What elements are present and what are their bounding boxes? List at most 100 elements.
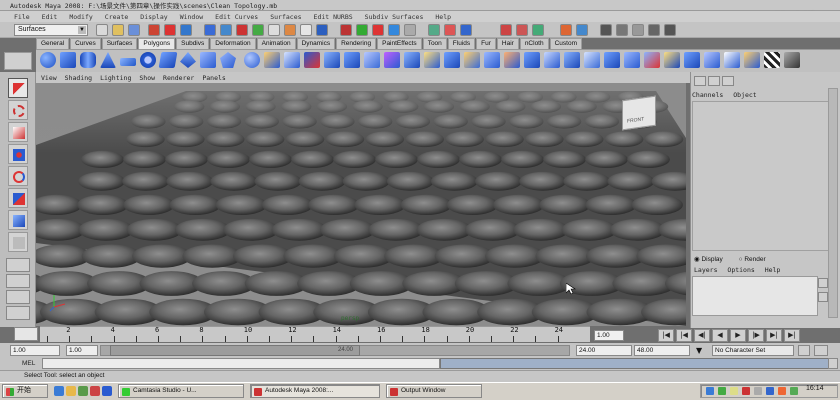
panel-menu-renderer[interactable]: Renderer	[163, 74, 194, 82]
desktop-quicklaunch-icon[interactable]	[78, 386, 88, 396]
collapse-icon[interactable]	[604, 52, 620, 68]
bevel-icon[interactable]	[564, 52, 580, 68]
character-set-field[interactable]: No Character Set	[712, 345, 794, 356]
poly-torus-icon[interactable]	[140, 52, 156, 68]
bridge-icon[interactable]	[464, 52, 480, 68]
channel-list[interactable]	[692, 101, 830, 251]
mask-curves-icon[interactable]	[236, 24, 248, 36]
layout-single-pane-icon[interactable]	[6, 258, 30, 272]
tab-fur[interactable]: Fur	[476, 38, 496, 49]
volume-tray-icon[interactable]	[754, 387, 762, 395]
mask-handles-icon[interactable]	[204, 24, 216, 36]
menu-help[interactable]: Help	[435, 13, 451, 21]
menu-edit[interactable]: Edit	[42, 13, 58, 21]
render-frame-icon[interactable]	[500, 24, 512, 36]
go-to-start-button[interactable]: |◀	[658, 329, 674, 342]
poly-pipe-icon[interactable]	[200, 52, 216, 68]
range-slider-handle[interactable]: 24.00	[110, 345, 360, 356]
folder-quicklaunch-icon[interactable]	[66, 386, 76, 396]
mirror-geometry-icon[interactable]	[364, 52, 380, 68]
combine-icon[interactable]	[244, 52, 260, 68]
split-polygon-icon[interactable]	[504, 52, 520, 68]
snap-grid-icon[interactable]	[340, 24, 352, 36]
step-back-frame-button[interactable]: |◀	[676, 329, 692, 342]
current-frame-marker[interactable]	[14, 327, 38, 341]
select-tool[interactable]	[8, 78, 28, 98]
tab-custom[interactable]: Custom	[549, 38, 583, 49]
save-scene-icon[interactable]	[128, 24, 140, 36]
tab-curves[interactable]: Curves	[70, 38, 101, 49]
show-tool-settings-icon[interactable]	[616, 24, 628, 36]
help-menu[interactable]: Help	[765, 266, 781, 274]
menu-edit-curves[interactable]: Edit Curves	[215, 13, 258, 21]
options-menu[interactable]: Options	[727, 266, 754, 274]
poly-prism-icon[interactable]	[158, 52, 178, 68]
tab-hair[interactable]: Hair	[496, 38, 519, 49]
messenger-tray-icon[interactable]	[766, 387, 774, 395]
poke-face-icon[interactable]	[644, 52, 660, 68]
wedge-face-icon[interactable]	[664, 52, 680, 68]
input-output-icon[interactable]	[444, 24, 456, 36]
layout-persp-graph-icon[interactable]	[6, 306, 30, 320]
poly-reduce-icon[interactable]	[384, 52, 400, 68]
view-cube[interactable]: FRONT	[622, 95, 656, 131]
poly-texture-icon[interactable]	[704, 52, 720, 68]
history-icon[interactable]	[428, 24, 440, 36]
input-field-icon[interactable]	[560, 24, 572, 36]
go-to-end-button[interactable]: ▶|	[784, 329, 800, 342]
menu-subdiv-surfaces[interactable]: Subdiv Surfaces	[365, 13, 424, 21]
snap-point-icon[interactable]	[372, 24, 384, 36]
animation-preferences-icon[interactable]	[814, 345, 828, 356]
paint-select-tool[interactable]	[8, 122, 28, 142]
perspective-viewport[interactable]: FRONT persp	[36, 83, 686, 326]
end-time-field[interactable]: 48.00	[634, 345, 690, 356]
tab-ncloth[interactable]: nCloth	[519, 38, 549, 49]
camtasia-tray-icon[interactable]	[742, 387, 750, 395]
layer-editor-mode-icon[interactable]	[708, 76, 720, 86]
poly-cube-icon[interactable]	[60, 52, 76, 68]
shelf-menu-icon[interactable]	[4, 52, 32, 70]
script-language-label[interactable]: MEL	[22, 360, 35, 367]
panel-menu-view[interactable]: View	[41, 74, 57, 82]
move-tool[interactable]	[8, 144, 28, 164]
offset-edge-loop-icon[interactable]	[544, 52, 560, 68]
combined-mode-icon[interactable]	[722, 76, 734, 86]
poly-cylinder-icon[interactable]	[80, 52, 96, 68]
snap-curve-icon[interactable]	[356, 24, 368, 36]
panel-menu-lighting[interactable]: Lighting	[100, 74, 131, 82]
tab-dynamics[interactable]: Dynamics	[296, 38, 336, 49]
time-slider[interactable]	[40, 326, 590, 342]
show-layer-editor-icon[interactable]	[648, 24, 660, 36]
tab-deformation[interactable]: Deformation	[210, 38, 256, 49]
tab-painteffects[interactable]: PaintEffects	[377, 38, 422, 49]
make-live-icon[interactable]	[404, 24, 416, 36]
tab-toon[interactable]: Toon	[422, 38, 447, 49]
show-channel-box-icon[interactable]	[632, 24, 644, 36]
step-forward-key-button[interactable]: |▶	[748, 329, 764, 342]
tab-general[interactable]: General	[36, 38, 70, 49]
step-forward-frame-button[interactable]: ▶|	[766, 329, 782, 342]
menu-window[interactable]: Window	[180, 13, 203, 21]
select-component-icon[interactable]	[180, 24, 192, 36]
layout-persp-outliner-icon[interactable]	[6, 290, 30, 304]
subdiv-proxy-icon[interactable]	[784, 52, 800, 68]
poly-plane-icon[interactable]	[120, 58, 136, 66]
channel-box-mode-icon[interactable]	[694, 76, 706, 86]
scale-tool[interactable]	[8, 188, 28, 208]
snap-view-plane-icon[interactable]	[388, 24, 400, 36]
render-globals-icon[interactable]	[532, 24, 544, 36]
mask-joints-icon[interactable]	[220, 24, 232, 36]
playback-start-field[interactable]: 1.00	[66, 345, 98, 356]
tab-fluids[interactable]: Fluids	[447, 38, 476, 49]
ie-quicklaunch-icon[interactable]	[54, 386, 64, 396]
menu-create[interactable]: Create	[105, 13, 128, 21]
separate-icon[interactable]	[264, 52, 280, 68]
script-editor-icon[interactable]	[828, 358, 838, 369]
new-layer-selected-icon[interactable]	[818, 292, 828, 302]
poly-sphere-icon[interactable]	[40, 52, 56, 68]
new-scene-icon[interactable]	[96, 24, 108, 36]
menu-display[interactable]: Display	[140, 13, 167, 21]
merge-vertices-icon[interactable]	[584, 52, 600, 68]
menu-modify[interactable]: Modify	[69, 13, 92, 21]
render-radio[interactable]: ○	[739, 256, 743, 263]
